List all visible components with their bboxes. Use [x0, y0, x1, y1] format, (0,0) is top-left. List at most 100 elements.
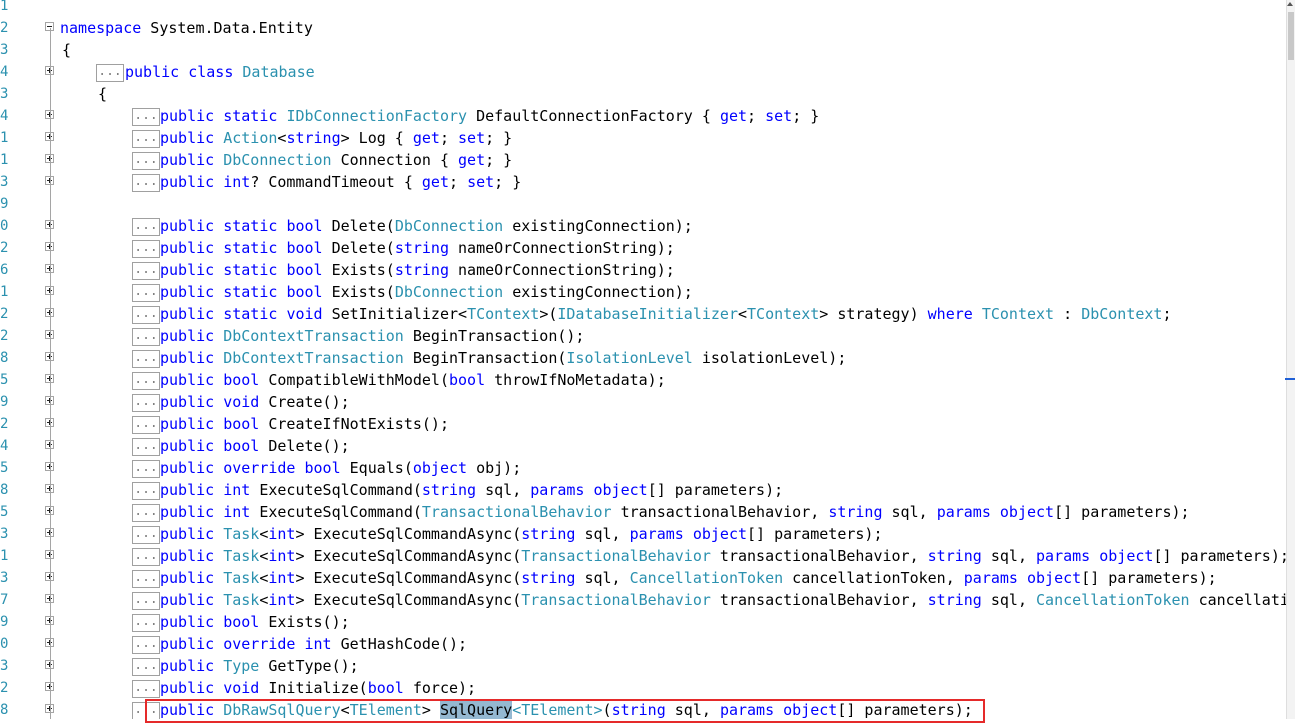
code-text[interactable]: public Action<string> Log { get; set; }: [160, 127, 512, 149]
code-text[interactable]: public static bool Delete(DbConnection e…: [160, 215, 693, 237]
code-text[interactable]: public void Create();: [160, 391, 350, 413]
collapsed-region-box[interactable]: ...: [132, 438, 160, 456]
code-line[interactable]: 5... public int ExecuteSqlCommand(Transac…: [0, 501, 1287, 523]
collapsed-region-box[interactable]: ...: [132, 262, 160, 280]
code-line[interactable]: 0... public static bool Delete(DbConnecti…: [0, 215, 1287, 237]
code-token: transactionalBehavior,: [710, 547, 928, 565]
collapsed-region-box[interactable]: ...: [132, 174, 160, 192]
collapsed-region-box[interactable]: ...: [132, 240, 160, 258]
line-number: 8: [0, 482, 9, 498]
code-line[interactable]: 6... public static bool Exists(string nam…: [0, 259, 1287, 281]
scroll-up-arrow-icon[interactable]: [1287, 2, 1293, 7]
collapsed-region-box[interactable]: ...: [132, 416, 160, 434]
collapsed-region-box[interactable]: ...: [132, 350, 160, 368]
collapsed-region-box[interactable]: ...: [132, 372, 160, 390]
code-line[interactable]: 3{: [0, 83, 1287, 105]
code-token: ; }: [485, 151, 513, 169]
code-text[interactable]: namespace System.Data.Entity: [60, 17, 313, 39]
collapsed-region-box[interactable]: ...: [132, 658, 160, 676]
collapsed-region-box[interactable]: ...: [132, 460, 160, 478]
collapsed-region-box[interactable]: ...: [132, 570, 160, 588]
collapsed-region-box[interactable]: ...: [132, 284, 160, 302]
collapsed-region-box[interactable]: ...: [132, 482, 160, 500]
code-line[interactable]: 3... public Task<int> ExecuteSqlCommandAs…: [0, 567, 1287, 589]
code-text[interactable]: public DbContextTransaction BeginTransac…: [160, 347, 846, 369]
scrollbar-thumb[interactable]: [1288, 12, 1294, 60]
code-line[interactable]: 7... public Task<int> ExecuteSqlCommandAs…: [0, 589, 1287, 611]
collapsed-region-box[interactable]: ...: [132, 328, 160, 346]
code-text[interactable]: {: [98, 83, 107, 105]
collapsed-region-box[interactable]: ...: [132, 108, 160, 126]
code-line[interactable]: 3... public Type GetType();: [0, 655, 1287, 677]
vertical-scrollbar[interactable]: [1285, 0, 1295, 719]
code-text[interactable]: public Task<int> ExecuteSqlCommandAsync(…: [160, 589, 1287, 611]
code-editor[interactable]: 1 2 namespace System.Data.Entity 3{4... publ…: [0, 0, 1287, 719]
collapsed-region-box[interactable]: ...: [132, 526, 160, 544]
code-line[interactable]: 4... public static IDbConnectionFactory D…: [0, 105, 1287, 127]
code-text[interactable]: public static bool Exists(string nameOrC…: [160, 259, 675, 281]
code-text[interactable]: public override int GetHashCode();: [160, 633, 467, 655]
collapsed-region-box[interactable]: ...: [132, 306, 160, 324]
code-text[interactable]: public DbConnection Connection { get; }: [160, 149, 512, 171]
code-text[interactable]: public bool CreateIfNotExists();: [160, 413, 449, 435]
collapsed-region-box[interactable]: ...: [132, 130, 160, 148]
code-line[interactable]: 8... public DbContextTransaction BeginTra…: [0, 347, 1287, 369]
code-text[interactable]: public Task<int> ExecuteSqlCommandAsync(…: [160, 545, 1287, 567]
code-line[interactable]: 1... public Task<int> ExecuteSqlCommandAs…: [0, 545, 1287, 567]
code-text[interactable]: public int ExecuteSqlCommand(string sql,…: [160, 479, 783, 501]
code-text[interactable]: public bool Delete();: [160, 435, 350, 457]
code-text[interactable]: public Type GetType();: [160, 655, 359, 677]
code-text[interactable]: public DbContextTransaction BeginTransac…: [160, 325, 584, 347]
code-line[interactable]: 4... public class Database: [0, 61, 1287, 83]
code-text[interactable]: public bool CompatibleWithModel(bool thr…: [160, 369, 666, 391]
code-line[interactable]: 5... public override bool Equals(object o…: [0, 457, 1287, 479]
collapsed-region-box[interactable]: ...: [132, 592, 160, 610]
keyword-token: public: [160, 217, 215, 235]
code-line[interactable]: 1... public Action<string> Log { get; set…: [0, 127, 1287, 149]
code-text[interactable]: public Task<int> ExecuteSqlCommandAsync(…: [160, 567, 1217, 589]
code-text[interactable]: public int? CommandTimeout { get; set; }: [160, 171, 521, 193]
code-line[interactable]: 3... public Task<int> ExecuteSqlCommandAs…: [0, 523, 1287, 545]
code-line[interactable]: 0... public override int GetHashCode();: [0, 633, 1287, 655]
collapsed-region-box[interactable]: ...: [132, 636, 160, 654]
code-line[interactable]: 2... public static void SetInitializer<TC…: [0, 303, 1287, 325]
code-text[interactable]: public override bool Equals(object obj);: [160, 457, 521, 479]
collapsed-region-box[interactable]: ...: [132, 394, 160, 412]
code-text[interactable]: public int ExecuteSqlCommand(Transaction…: [160, 501, 1190, 523]
code-line[interactable]: 1... public static bool Exists(DbConnecti…: [0, 281, 1287, 303]
code-line[interactable]: 3... public int? CommandTimeout { get; se…: [0, 171, 1287, 193]
code-text[interactable]: {: [62, 39, 71, 61]
code-line[interactable]: 3{: [0, 39, 1287, 61]
code-line[interactable]: 2... public DbContextTransaction BeginTra…: [0, 325, 1287, 347]
collapsed-region-box[interactable]: ...: [132, 218, 160, 236]
code-line[interactable]: 4... public bool Delete();: [0, 435, 1287, 457]
code-text[interactable]: public static bool Exists(DbConnection e…: [160, 281, 693, 303]
code-text[interactable]: public static void SetInitializer<TConte…: [160, 303, 1172, 325]
code-line[interactable]: 5... public bool CompatibleWithModel(bool…: [0, 369, 1287, 391]
code-text[interactable]: public static bool Delete(string nameOrC…: [160, 237, 675, 259]
code-text[interactable]: public class Database: [125, 61, 315, 83]
code-line[interactable]: 9: [0, 193, 1287, 215]
code-line[interactable]: 2 namespace System.Data.Entity: [0, 17, 1287, 39]
collapsed-region-box[interactable]: ...: [132, 548, 160, 566]
code-line[interactable]: 2... public static bool Delete(string nam…: [0, 237, 1287, 259]
code-line[interactable]: 9... public bool Exists();: [0, 611, 1287, 633]
code-line[interactable]: 9... public void Create();: [0, 391, 1287, 413]
collapsed-region-box[interactable]: ...: [132, 614, 160, 632]
code-text[interactable]: public static IDbConnectionFactory Defau…: [160, 105, 819, 127]
code-line[interactable]: 2... public bool CreateIfNotExists();: [0, 413, 1287, 435]
collapsed-region-box[interactable]: ...: [96, 64, 124, 82]
code-text[interactable]: public Task<int> ExecuteSqlCommandAsync(…: [160, 523, 883, 545]
code-line[interactable]: 8... public int ExecuteSqlCommand(string …: [0, 479, 1287, 501]
code-line[interactable]: 2... public void Initialize(bool force);: [0, 677, 1287, 699]
code-text[interactable]: public void Initialize(bool force);: [160, 677, 476, 699]
collapsed-region-box[interactable]: ...: [132, 152, 160, 170]
code-line[interactable]: 1... public DbConnection Connection { get…: [0, 149, 1287, 171]
collapsed-region-box[interactable]: ...: [132, 504, 160, 522]
collapsed-region-box[interactable]: ...: [132, 680, 160, 698]
code-text[interactable]: public bool Exists();: [160, 611, 350, 633]
code-line[interactable]: 1: [0, 0, 1287, 17]
